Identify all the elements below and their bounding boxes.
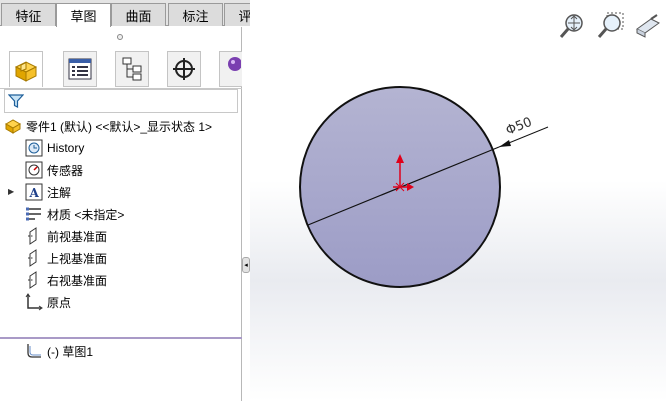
dimxpert-manager-tab[interactable]: [167, 51, 201, 87]
tree-item-label: 传感器: [47, 163, 84, 178]
tree-item-label: 原点: [47, 295, 72, 310]
manager-icon-tabs: ◀ ▶: [0, 49, 242, 107]
sketch-icon: [25, 342, 43, 360]
svg-text:A: A: [29, 186, 40, 200]
tree-item-label: 注解: [47, 185, 72, 200]
material-icon: [25, 205, 43, 223]
sensor-icon: [25, 161, 43, 179]
tree-item-annotations[interactable]: A 注解: [25, 181, 71, 203]
tab-label: 标注: [182, 8, 209, 24]
filter-icon: [8, 94, 24, 108]
tab-sketch[interactable]: 草图: [56, 3, 111, 27]
plane-icon: [25, 249, 43, 267]
tab-surfaces[interactable]: 曲面: [111, 3, 166, 26]
tree-item-right-plane[interactable]: 右视基准面: [25, 269, 107, 291]
tab-label: 草图: [70, 9, 97, 24]
tree-filter-bar[interactable]: [4, 89, 238, 113]
part-icon: [14, 60, 38, 82]
tree-item-label: 材质 <未指定>: [47, 207, 125, 222]
tab-markup[interactable]: 标注: [168, 3, 223, 26]
tree-item-material[interactable]: 材质 <未指定>: [25, 203, 124, 225]
configuration-manager-tab[interactable]: [115, 51, 149, 87]
sketch-canvas[interactable]: Φ50: [250, 0, 666, 401]
splitter-grip[interactable]: [117, 34, 123, 40]
tree-item-label: History: [47, 141, 85, 155]
appearance-sphere-icon: [228, 57, 241, 71]
origin-icon: [25, 293, 43, 311]
panel-collapse-handle[interactable]: ◂: [242, 257, 250, 273]
plane-icon: [25, 271, 43, 289]
tree-item-label: (-) 草图1: [47, 344, 93, 359]
rollback-bar[interactable]: [0, 337, 242, 339]
tab-features[interactable]: 特征: [1, 3, 56, 26]
feature-manager-panel: ◀ ▶ 零件1 (默认) <<默认>_显示状态 1> History 传感器 ▶: [0, 27, 242, 401]
dimension-arrow-head: [499, 140, 511, 147]
tree-root-label: 零件1 (默认) <<默认>_显示状态 1>: [26, 119, 213, 134]
tree-item-sketch1[interactable]: (-) 草图1: [25, 340, 93, 362]
plane-icon: [25, 227, 43, 245]
tree-item-label: 前视基准面: [47, 229, 108, 244]
configuration-tree-icon: [122, 57, 142, 81]
property-manager-tab[interactable]: [63, 51, 97, 87]
part-icon: [4, 117, 22, 135]
tab-label: 特征: [15, 8, 42, 24]
tree-item-origin[interactable]: 原点: [25, 291, 71, 313]
tree-item-top-plane[interactable]: 上视基准面: [25, 247, 107, 269]
tree-item-label: 右视基准面: [47, 273, 108, 288]
expand-annotations-toggle[interactable]: ▶: [8, 181, 14, 203]
tree-root-part[interactable]: 零件1 (默认) <<默认>_显示状态 1>: [4, 115, 212, 137]
graphics-area[interactable]: Φ50: [250, 0, 666, 401]
tree-item-label: 上视基准面: [47, 251, 108, 266]
annotation-icon: A: [25, 183, 43, 201]
tree-item-history[interactable]: History: [25, 137, 84, 159]
property-list-icon: [68, 58, 92, 80]
history-icon: [25, 139, 43, 157]
tree-item-front-plane[interactable]: 前视基准面: [25, 225, 107, 247]
diameter-dimension-label[interactable]: Φ50: [504, 115, 534, 139]
display-manager-tab[interactable]: [219, 51, 242, 87]
arrow-left-icon: ◂: [244, 262, 248, 269]
feature-manager-tab[interactable]: [9, 51, 43, 87]
tree-item-sensors[interactable]: 传感器: [25, 159, 83, 181]
tab-label: 曲面: [125, 8, 152, 24]
crosshair-icon: [173, 58, 195, 80]
